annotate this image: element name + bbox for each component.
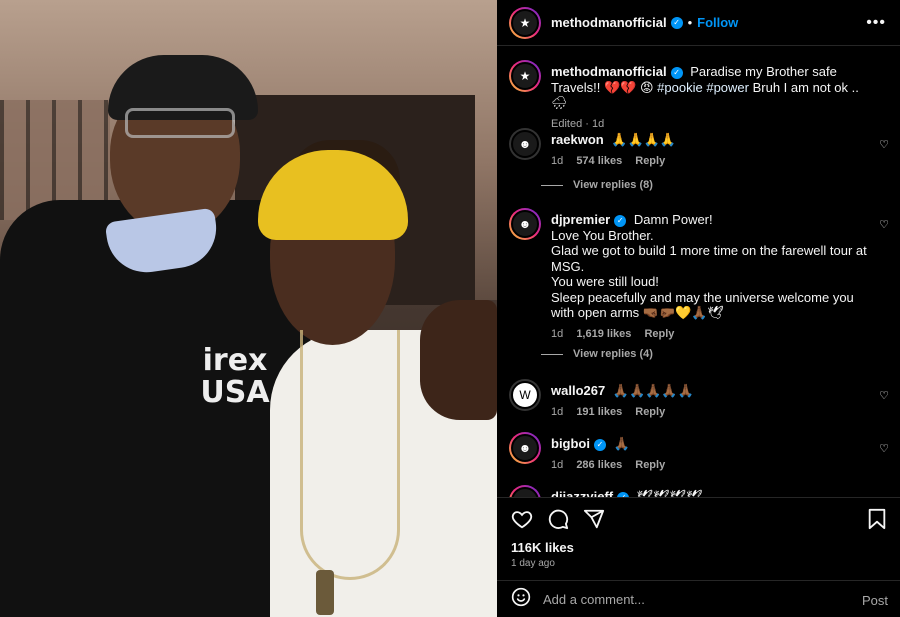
- verified-icon: ✓: [614, 214, 627, 227]
- add-comment-bar: Post: [497, 580, 900, 617]
- comments-list[interactable]: ★ methodmanofficial ✓ Paradise my Brother…: [497, 47, 900, 497]
- avatar-image-icon: ☻: [511, 434, 539, 462]
- comment-likes[interactable]: 574 likes: [576, 155, 622, 167]
- view-replies-label: View replies (8): [573, 179, 653, 191]
- avatar-image-icon: ☻: [511, 210, 539, 238]
- comment-username[interactable]: bigboi: [551, 436, 590, 451]
- more-options-icon[interactable]: •••: [866, 14, 886, 32]
- follow-button[interactable]: Follow: [697, 15, 738, 30]
- comment-text-line: Sleep peacefully and may the universe we…: [551, 289, 854, 321]
- comment: W wallo267 🙏🏾🙏🏾🙏🏾🙏🏾🙏🏾 1d 191 likes Reply…: [509, 379, 889, 419]
- comment-likes[interactable]: 286 likes: [576, 459, 622, 471]
- caption-body: methodmanofficial ✓ Paradise my Brother s…: [551, 64, 869, 132]
- emoji-icon[interactable]: [511, 587, 531, 612]
- comment-text: 🙏🙏🙏🙏: [611, 132, 677, 147]
- post-photo[interactable]: irex USA: [0, 0, 497, 617]
- comment-avatar[interactable]: ☻: [509, 485, 541, 497]
- post-timestamp: 1 day ago: [511, 558, 555, 569]
- replies-line: [541, 353, 563, 355]
- comment-text: 🕊🕊🕊🕊: [636, 489, 703, 497]
- comment-text-line: Damn Power!: [633, 212, 713, 227]
- reply-button[interactable]: Reply: [644, 328, 674, 340]
- author-avatar[interactable]: ★: [509, 6, 541, 39]
- comment-meta: 1d 574 likes Reply: [551, 154, 869, 170]
- replies-line: [541, 184, 563, 186]
- like-heart-icon[interactable]: [511, 508, 533, 530]
- reply-button[interactable]: Reply: [635, 406, 665, 418]
- comment-time: 1d: [551, 458, 564, 471]
- comment: ☻ djpremier ✓ Damn Power! Love You Brothe…: [509, 208, 889, 340]
- comment-meta: 1d 1,619 likes Reply: [551, 327, 869, 343]
- comment-text-line: You were still loud!: [551, 274, 659, 289]
- like-comment-heart-icon[interactable]: ♡: [879, 218, 889, 231]
- like-comment-heart-icon[interactable]: ♡: [879, 442, 889, 455]
- verified-icon: ✓: [594, 438, 606, 451]
- verified-icon: ✓: [670, 16, 683, 29]
- author-username[interactable]: methodmanofficial: [551, 15, 667, 30]
- post-comment-button[interactable]: Post: [862, 593, 888, 608]
- star-icon: ★: [511, 8, 539, 37]
- comment-body: raekwon 🙏🙏🙏🙏 1d 574 likes Reply: [551, 132, 869, 169]
- comment-text: 🙏🏾: [613, 436, 630, 451]
- comment-time: 1d: [551, 154, 564, 167]
- reply-button[interactable]: Reply: [635, 155, 665, 167]
- comment-meta: 1d 191 likes Reply: [551, 405, 869, 421]
- comment: ☻ djjazzyjeff✓ 🕊🕊🕊🕊: [509, 485, 889, 497]
- verified-icon: ✓: [670, 66, 683, 79]
- comment-time: 1d: [551, 405, 564, 418]
- caption-username[interactable]: methodmanofficial: [551, 64, 667, 79]
- comment-avatar[interactable]: ☻: [509, 128, 541, 160]
- comment-avatar[interactable]: W: [509, 379, 541, 411]
- view-replies-button[interactable]: View replies (8): [541, 179, 653, 191]
- photo-pendant: [316, 570, 334, 615]
- comment-meta: 1d 286 likes Reply: [551, 458, 869, 474]
- comment-body: wallo267 🙏🏾🙏🏾🙏🏾🙏🏾🙏🏾 1d 191 likes Reply: [551, 383, 869, 420]
- hashtag-pookie[interactable]: #pookie: [657, 80, 703, 95]
- like-comment-heart-icon[interactable]: ♡: [879, 389, 889, 402]
- post-sidebar: ★ methodmanofficial ✓ • Follow ••• ★ met…: [497, 0, 900, 617]
- comment: ☻ bigboi ✓ 🙏🏾 1d 286 likes Reply ♡: [509, 432, 889, 472]
- comment-input[interactable]: [543, 591, 843, 607]
- comment-body: djjazzyjeff✓ 🕊🕊🕊🕊: [551, 489, 869, 497]
- comment-username[interactable]: djpremier: [551, 212, 610, 227]
- caption: ★ methodmanofficial ✓ Paradise my Brother…: [509, 60, 889, 130]
- comment-likes[interactable]: 191 likes: [576, 406, 622, 418]
- caption-emoji: 😡: [639, 79, 654, 95]
- comment-body: djpremier ✓ Damn Power! Love You Brother.…: [551, 212, 869, 342]
- post-actions: 116K likes 1 day ago: [497, 497, 900, 579]
- view-replies-label: View replies (4): [573, 348, 653, 360]
- comment-body: bigboi ✓ 🙏🏾 1d 286 likes Reply: [551, 436, 869, 473]
- hashtag-power[interactable]: #power: [706, 80, 749, 95]
- photo-arm: [420, 300, 497, 420]
- comment-bubble-icon[interactable]: [547, 508, 569, 530]
- comment-text: 🙏🏾🙏🏾🙏🏾🙏🏾🙏🏾: [612, 383, 694, 398]
- comment-avatar[interactable]: ☻: [509, 208, 541, 240]
- avatar-image-icon: ☻: [511, 487, 539, 497]
- share-paper-plane-icon[interactable]: [583, 508, 605, 530]
- like-comment-heart-icon[interactable]: ♡: [879, 138, 889, 151]
- reply-button[interactable]: Reply: [635, 459, 665, 471]
- comment-avatar[interactable]: ☻: [509, 432, 541, 464]
- separator-dot: •: [687, 15, 693, 30]
- comment-likes[interactable]: 1,619 likes: [576, 328, 631, 340]
- star-icon: ★: [511, 62, 539, 90]
- comment-time: 1d: [551, 327, 564, 340]
- view-replies-button[interactable]: View replies (4): [541, 348, 653, 360]
- caption-avatar[interactable]: ★: [509, 60, 541, 92]
- post-header: ★ methodmanofficial ✓ • Follow •••: [497, 0, 900, 46]
- comment-username[interactable]: wallo267: [551, 383, 605, 398]
- avatar-image-icon: W: [511, 381, 539, 409]
- photo-glasses: [125, 108, 235, 138]
- comment-text-line: Glad we got to build 1 more time on the …: [551, 243, 867, 274]
- action-icons: [511, 508, 605, 530]
- comment-text-line: Love You Brother.: [551, 227, 654, 243]
- photo-chain: [300, 330, 400, 580]
- comment: ☻ raekwon 🙏🙏🙏🙏 1d 574 likes Reply ♡: [509, 128, 889, 168]
- bookmark-icon[interactable]: [866, 508, 888, 530]
- avatar-image-icon: ☻: [511, 130, 539, 158]
- comment-username[interactable]: raekwon: [551, 132, 604, 147]
- post-likes-count[interactable]: 116K likes: [511, 540, 574, 555]
- comment-username[interactable]: djjazzyjeff: [551, 489, 613, 497]
